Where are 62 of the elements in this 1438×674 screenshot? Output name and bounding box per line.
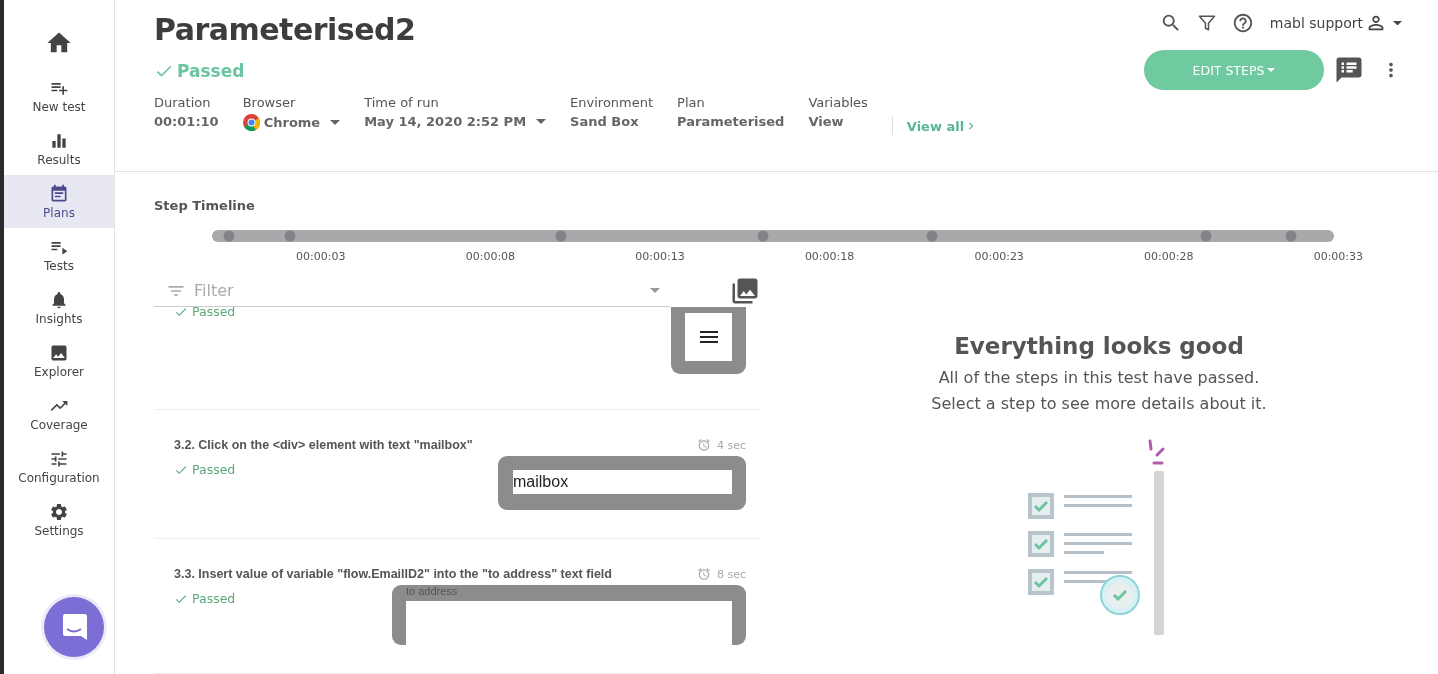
caret-icon xyxy=(330,120,341,125)
empty-message: Select a step to see more details about it. xyxy=(931,393,1267,415)
caret-icon xyxy=(650,288,660,293)
step-duration: 8 sec xyxy=(696,567,746,581)
sidebar-item[interactable]: Explorer xyxy=(4,334,114,387)
meta-value: 00:01:10 xyxy=(154,114,219,129)
run-status: Passed xyxy=(154,61,979,81)
empty-title: Everything looks good xyxy=(954,333,1244,359)
caret-icon xyxy=(1393,20,1402,26)
step-card[interactable]: 3.2. Click on the <div> element with text "mailbox" 4 sec Passed mailbox xyxy=(154,410,760,539)
user-menu[interactable]: mabl support xyxy=(1269,12,1402,34)
step-title: 3.2. Click on the <div> element with text "mailbox" xyxy=(174,438,473,452)
sidebar-item[interactable]: Settings xyxy=(4,493,114,546)
browser-dropdown[interactable]: Chrome xyxy=(242,114,341,131)
step-status: Passed xyxy=(174,591,236,606)
sidebar-item[interactable]: Results xyxy=(4,122,114,175)
sidebar-item[interactable]: Tests xyxy=(4,228,114,281)
notes-icon[interactable] xyxy=(1334,55,1364,85)
meta-value: Parameterised xyxy=(677,114,785,129)
timeline-tick-label: 00:00:08 xyxy=(464,250,517,263)
timeline-tick-label: 00:00:03 xyxy=(295,250,347,263)
section-title: Step Timeline xyxy=(154,198,256,213)
sidebar-item[interactable]: Insights xyxy=(4,281,114,334)
alarm-icon xyxy=(696,567,711,581)
meta-label: Plan xyxy=(677,95,706,110)
alarm-icon xyxy=(696,438,711,452)
step-title: 3.3. Insert value of variable "flow.EmailID2" into the "to address" text field xyxy=(174,567,612,581)
empty-message: All of the steps in this test have passed. xyxy=(938,367,1260,389)
meta-label: Browser xyxy=(242,95,297,110)
meta-label: Duration xyxy=(154,95,212,110)
calendar-icon xyxy=(49,183,69,204)
test-title: Parameterised2 xyxy=(154,12,417,47)
screenshot-text: mailbox xyxy=(513,473,569,491)
sidebar-item[interactable]: Configuration xyxy=(4,440,114,493)
timeline-tick-label: 00:00:23 xyxy=(973,250,1025,263)
meta-label: Environment xyxy=(570,95,654,110)
meta-value: View xyxy=(808,114,845,129)
time-dropdown[interactable]: May 14, 2020 2:52 PM xyxy=(364,114,547,129)
caret-icon xyxy=(1267,68,1276,72)
step-duration: 4 sec xyxy=(696,438,746,452)
check-icon xyxy=(174,307,188,319)
timeline-tick-label: 00:00:33 xyxy=(1312,250,1365,263)
timeline-tick-label: 00:00:13 xyxy=(634,250,686,263)
step-status: Passed xyxy=(174,462,236,477)
caret-icon xyxy=(536,119,547,124)
gallery-icon[interactable] xyxy=(730,276,760,306)
help-icon[interactable] xyxy=(1231,12,1254,34)
settings-icon xyxy=(49,501,69,522)
meta-value: Sand Box xyxy=(570,114,640,129)
chat-launcher[interactable] xyxy=(44,597,104,657)
bell-icon xyxy=(49,289,69,310)
sidebar-item[interactable]: Plans xyxy=(4,175,114,228)
timeline-tick-label: 00:00:28 xyxy=(1143,250,1195,263)
filter-icon[interactable] xyxy=(1197,14,1216,32)
meta-label: Variables xyxy=(808,95,868,110)
chrome-icon xyxy=(242,114,260,131)
timeline-tick-label: 00:00:18 xyxy=(803,250,856,263)
sidebar-item[interactable]: New test xyxy=(4,69,114,122)
sidebar-item[interactable]: Coverage xyxy=(4,387,114,440)
timeline-track[interactable] xyxy=(212,229,1334,243)
step-status: Passed xyxy=(174,307,236,319)
meta-label: Time of run xyxy=(364,95,440,110)
